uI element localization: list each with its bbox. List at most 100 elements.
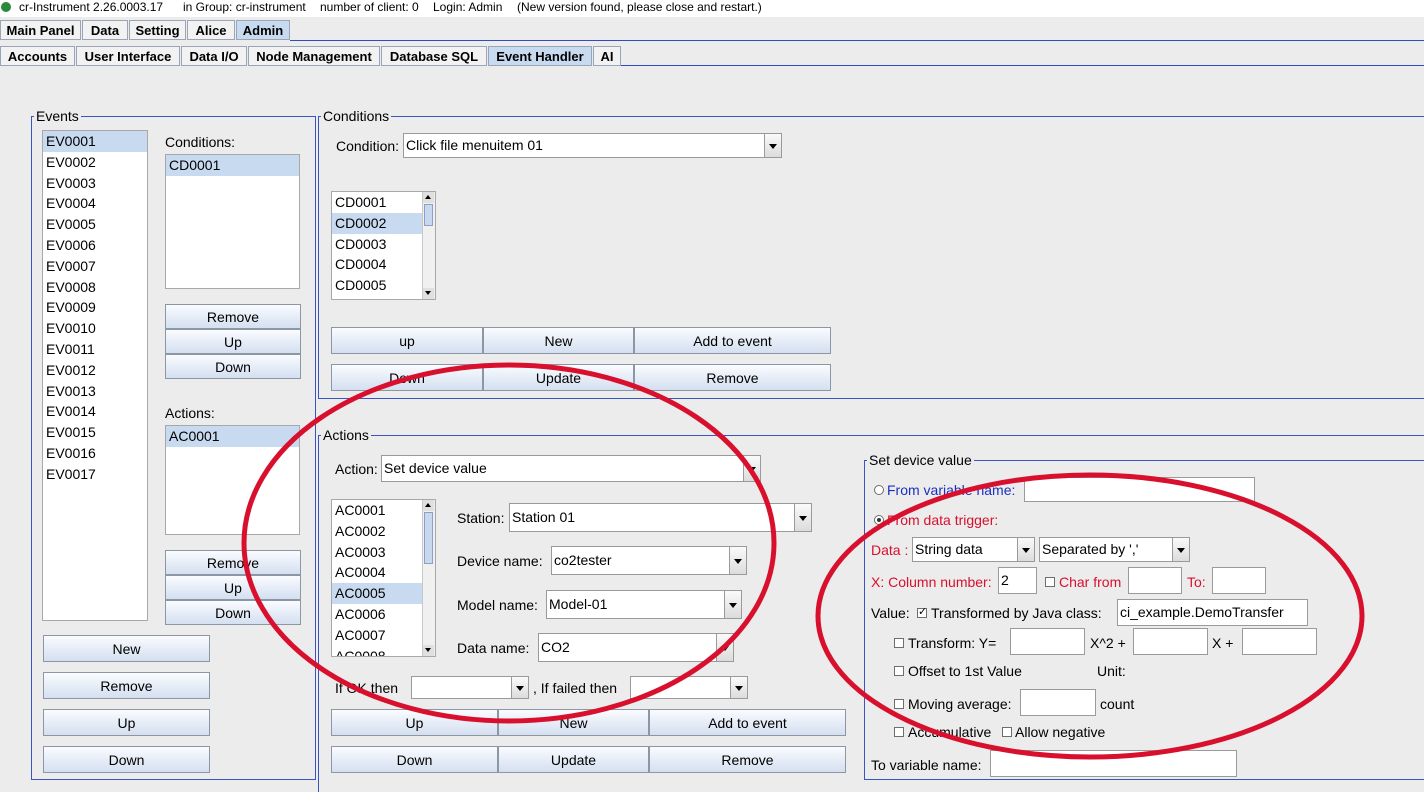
char-from-checkbox[interactable]	[1045, 577, 1055, 587]
list-item[interactable]: EV0015	[43, 422, 147, 443]
chevron-down-icon[interactable]	[511, 677, 528, 698]
tab-alice[interactable]: Alice	[187, 20, 235, 40]
moving-average-field[interactable]	[1020, 689, 1096, 716]
event-action-down-button[interactable]: Down	[165, 600, 301, 625]
accumulative-checkbox[interactable]	[894, 727, 904, 737]
conditions-list-scrollbar[interactable]	[422, 192, 435, 299]
tab-ai[interactable]: AI	[593, 46, 621, 66]
condition-select[interactable]: Click file menuitem 01	[403, 133, 782, 158]
event-conditions-list[interactable]: CD0001	[165, 154, 300, 289]
if-ok-select[interactable]	[411, 676, 529, 699]
if-failed-select[interactable]	[630, 676, 748, 699]
chevron-down-icon[interactable]	[743, 456, 760, 481]
list-item[interactable]: EV0014	[43, 401, 147, 422]
station-select[interactable]: Station 01	[509, 503, 812, 532]
action-up-button[interactable]: Up	[331, 709, 498, 736]
data-type-select[interactable]: String data	[912, 537, 1035, 562]
event-condition-up-button[interactable]: Up	[165, 329, 301, 354]
list-item[interactable]: AC0003	[332, 542, 435, 563]
action-remove-button[interactable]: Remove	[649, 746, 846, 773]
list-item[interactable]: EV0017	[43, 464, 147, 485]
action-select[interactable]: Set device value	[381, 455, 761, 482]
list-item[interactable]: EV0006	[43, 235, 147, 256]
list-item[interactable]: AC0002	[332, 521, 435, 542]
scroll-down-icon[interactable]	[423, 288, 434, 299]
list-item[interactable]: EV0013	[43, 381, 147, 402]
tab-data-io[interactable]: Data I/O	[181, 46, 247, 66]
transform-a-field[interactable]	[1010, 628, 1085, 655]
list-item[interactable]: AC0001	[332, 500, 435, 521]
chevron-down-icon[interactable]	[794, 504, 811, 531]
conditions-list[interactable]: CD0001 CD0002 CD0003 CD0004 CD0005	[331, 191, 436, 300]
list-item[interactable]: AC0001	[166, 426, 299, 447]
condition-down-button[interactable]: Down	[331, 364, 483, 391]
condition-add-to-event-button[interactable]: Add to event	[634, 327, 831, 354]
list-item[interactable]: CD0004	[332, 254, 435, 275]
list-item[interactable]: AC0004	[332, 562, 435, 583]
list-item[interactable]: EV0005	[43, 214, 147, 235]
list-item[interactable]: CD0001	[166, 155, 299, 176]
from-trigger-radio[interactable]	[874, 515, 884, 525]
list-item[interactable]: CD0005	[332, 275, 435, 296]
chevron-down-icon[interactable]	[764, 134, 781, 157]
char-from-field[interactable]	[1128, 567, 1182, 594]
event-action-up-button[interactable]: Up	[165, 575, 301, 600]
condition-up-button[interactable]: up	[331, 327, 483, 354]
chevron-down-icon[interactable]	[724, 591, 741, 618]
list-item[interactable]: EV0010	[43, 318, 147, 339]
event-actions-list[interactable]: AC0001	[165, 425, 300, 535]
list-item[interactable]: AC0005	[332, 583, 435, 604]
tab-database-sql[interactable]: Database SQL	[381, 46, 487, 66]
tab-setting[interactable]: Setting	[129, 20, 186, 40]
from-variable-field[interactable]	[1024, 477, 1255, 502]
tab-accounts[interactable]: Accounts	[0, 46, 75, 66]
transformed-java-checkbox[interactable]	[917, 605, 927, 618]
condition-update-button[interactable]: Update	[483, 364, 634, 391]
chevron-down-icon[interactable]	[1172, 538, 1189, 561]
tab-event-handler[interactable]: Event Handler	[488, 46, 592, 66]
events-list[interactable]: EV0001 EV0002 EV0003 EV0004 EV0005 EV000…	[42, 130, 148, 621]
list-item[interactable]: EV0016	[43, 443, 147, 464]
to-variable-field[interactable]	[990, 750, 1237, 777]
model-name-select[interactable]: Model-01	[546, 590, 742, 619]
action-add-to-event-button[interactable]: Add to event	[649, 709, 846, 736]
condition-new-button[interactable]: New	[483, 327, 634, 354]
tab-admin[interactable]: Admin	[236, 20, 290, 40]
action-update-button[interactable]: Update	[498, 746, 649, 773]
tab-data[interactable]: Data	[82, 20, 128, 40]
list-item[interactable]: EV0007	[43, 256, 147, 277]
transform-b-field[interactable]	[1133, 628, 1208, 655]
list-item[interactable]: EV0001	[43, 131, 147, 152]
actions-list[interactable]: AC0001 AC0002 AC0003 AC0004 AC0005 AC000…	[331, 499, 436, 657]
device-name-select[interactable]: co2tester	[551, 546, 747, 575]
event-new-button[interactable]: New	[43, 635, 210, 662]
chevron-down-icon[interactable]	[716, 634, 733, 661]
tab-node-management[interactable]: Node Management	[248, 46, 380, 66]
list-item[interactable]: AC0008	[332, 646, 435, 656]
list-item[interactable]: AC0007	[332, 625, 435, 646]
event-remove-button[interactable]: Remove	[43, 672, 210, 699]
event-action-remove-button[interactable]: Remove	[165, 550, 301, 575]
scroll-up-icon[interactable]	[423, 500, 434, 511]
char-to-field[interactable]	[1212, 567, 1266, 594]
moving-average-checkbox[interactable]	[894, 699, 904, 709]
offset-checkbox[interactable]	[894, 666, 904, 676]
event-condition-down-button[interactable]: Down	[165, 354, 301, 379]
list-item[interactable]: EV0004	[43, 193, 147, 214]
action-new-button[interactable]: New	[498, 709, 649, 736]
transform-checkbox[interactable]	[894, 638, 904, 648]
column-number-field[interactable]: 2	[998, 567, 1037, 594]
separator-select[interactable]: Separated by ','	[1039, 537, 1190, 562]
actions-list-scrollbar[interactable]	[422, 500, 435, 656]
list-item[interactable]: EV0011	[43, 339, 147, 360]
list-item[interactable]: EV0008	[43, 277, 147, 298]
data-name-select[interactable]: CO2	[538, 633, 734, 662]
list-item[interactable]: AC0006	[332, 604, 435, 625]
action-down-button[interactable]: Down	[331, 746, 498, 773]
transform-c-field[interactable]	[1242, 628, 1317, 655]
chevron-down-icon[interactable]	[730, 677, 747, 698]
event-down-button[interactable]: Down	[43, 746, 210, 773]
list-item[interactable]: CD0003	[332, 234, 435, 255]
list-item[interactable]: EV0002	[43, 152, 147, 173]
chevron-down-icon[interactable]	[1017, 538, 1034, 561]
